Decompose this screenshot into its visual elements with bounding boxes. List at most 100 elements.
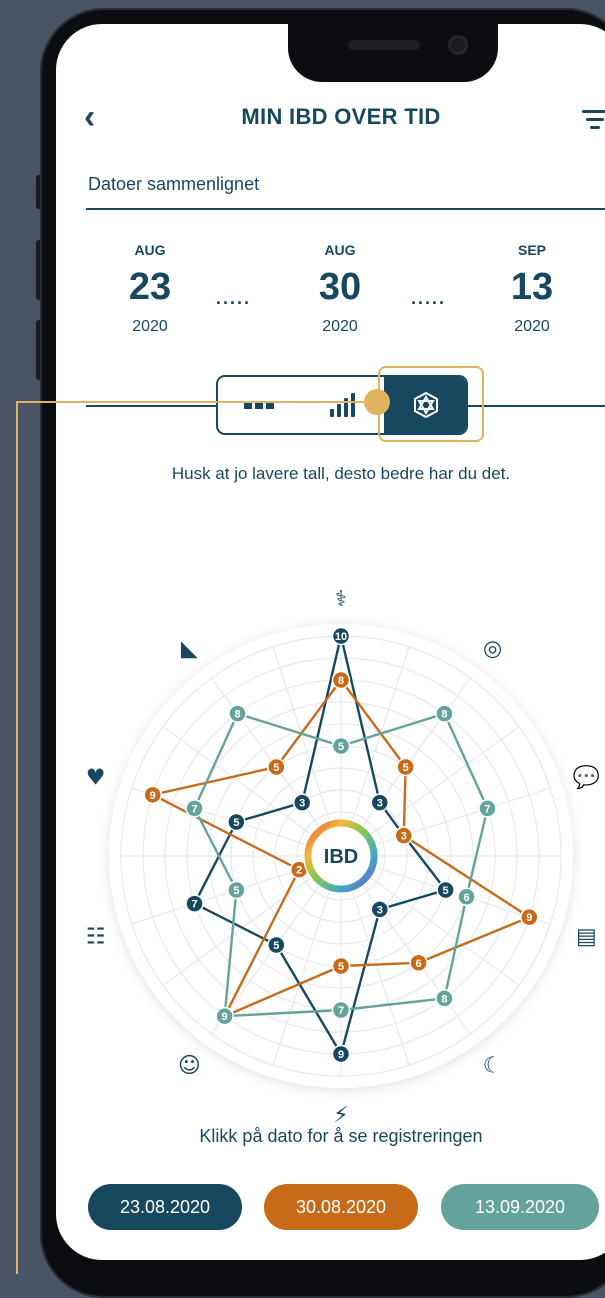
svg-text:3: 3 [377,904,383,916]
svg-text:8: 8 [234,709,240,721]
date-button-3[interactable]: 13.09.2020 [441,1184,599,1230]
date-day: 23 [128,266,172,308]
date-month: AUG [324,242,356,258]
footer-instruction: Klikk på dato for å se registreringen [199,1126,483,1146]
svg-text:7: 7 [191,899,197,911]
radar-point: 5 [227,880,246,900]
svg-text:9: 9 [150,790,156,802]
notch-camera [448,35,468,55]
radar-point: 7 [478,799,497,818]
svg-text:5: 5 [338,741,344,753]
radar-point: 7 [185,799,204,818]
hint-text: Husk at jo lavere tall, desto bedre har … [171,464,511,483]
radar-point: 7 [331,1000,351,1020]
page-title: MIN IBD OVER TID [241,104,441,129]
svg-text:2: 2 [296,865,302,877]
annotation-dot [364,389,390,415]
joint-icon: ◣ [181,636,198,661]
svg-text:3: 3 [299,798,305,810]
radar-point: 5 [331,956,351,976]
radar-point: 8 [331,670,351,690]
selected-view-highlight [378,366,484,442]
date-button-2[interactable]: 30.08.2020 [264,1184,418,1230]
svg-text:5: 5 [403,762,409,774]
chat-icon: 💬 [573,764,600,790]
radar-point: 6 [409,953,428,973]
radar-point: 7 [185,894,204,913]
notch-speaker [348,40,420,50]
sleep-moon-icon: ☾ [483,1054,503,1079]
radar-point: 3 [370,900,390,919]
svg-text:5: 5 [233,885,239,897]
radar-point: 5 [436,880,455,900]
radar-point: 10 [331,626,351,646]
svg-text:8: 8 [441,709,447,721]
bar-chart-icon [330,393,355,417]
svg-text:7: 7 [191,803,197,815]
svg-text:5: 5 [273,762,279,774]
date-column-2[interactable]: AUG 30 2020 [280,242,400,336]
svg-text:9: 9 [338,1049,344,1061]
heart-icon: ♥ [86,765,106,790]
dots-view-button[interactable] [218,377,300,433]
radar-chart: 1033539575385396592955876879578IBD⚕◎💬▤☾⚡… [86,587,600,1128]
date-button-1[interactable]: 23.08.2020 [88,1184,242,1230]
svg-text:9: 9 [222,1011,228,1023]
compare-label: Datoer sammenlignet [88,174,260,194]
svg-text:5: 5 [273,940,279,952]
annotation-connector-vertical [16,401,18,1274]
toilet-paper-icon: ◎ [483,636,502,661]
radar-point: 5 [396,757,415,777]
ibd-person-icon: ⚕ [335,587,347,612]
date-year: 2020 [514,318,550,335]
svg-text:3: 3 [377,798,383,810]
radar-point: 9 [520,907,539,927]
svg-text:6: 6 [416,958,422,970]
svg-text:6: 6 [463,892,469,904]
date-day: 30 [318,266,362,308]
date-day: 13 [510,266,554,308]
radar-point: 9 [331,1044,351,1064]
social-icon: ☷ [86,925,106,950]
radar-point: 3 [394,826,414,845]
svg-text:5: 5 [233,817,239,829]
dates-separator: ..... [216,288,252,308]
document-icon: ▤ [576,925,597,950]
radar-point: 8 [435,704,454,723]
app-screen: ‹ MIN IBD OVER TID Datoer sammenlignet A… [56,24,605,1260]
radar-point: 5 [267,757,286,777]
radar-point: 5 [331,736,351,756]
phone-notch [288,24,498,82]
ibd-center-label: IBD [324,846,358,868]
radar-point: 8 [435,989,454,1008]
radar-point: 3 [370,793,390,812]
compare-divider [86,208,605,210]
ibd-center-badge: IBD [303,818,379,894]
radar-point: 5 [227,812,246,832]
radar-point: 9 [215,1006,234,1026]
date-column-1[interactable]: AUG 23 2020 [90,242,210,336]
filter-icon[interactable] [582,110,605,134]
svg-text:10: 10 [335,631,347,643]
date-month: AUG [134,242,166,258]
radar-point: 9 [143,785,162,805]
mood-faces-icon: ☺ [178,1054,201,1079]
annotation-connector [16,401,378,403]
svg-text:8: 8 [441,993,447,1005]
svg-text:9: 9 [526,912,532,924]
radar-point: 6 [457,887,476,907]
svg-text:8: 8 [338,675,344,687]
svg-text:5: 5 [443,885,449,897]
radar-point: 8 [228,704,247,723]
radar-point: 5 [267,935,286,955]
svg-text:5: 5 [338,961,344,973]
date-month: SEP [517,242,546,258]
radar-point: 3 [292,793,312,812]
date-column-3[interactable]: SEP 13 2020 [472,242,592,336]
svg-text:3: 3 [401,831,407,843]
svg-text:7: 7 [338,1005,344,1017]
date-year: 2020 [132,318,168,335]
energy-bolt-icon: ⚡ [333,1103,348,1128]
date-year: 2020 [322,318,358,335]
svg-text:7: 7 [484,803,490,815]
